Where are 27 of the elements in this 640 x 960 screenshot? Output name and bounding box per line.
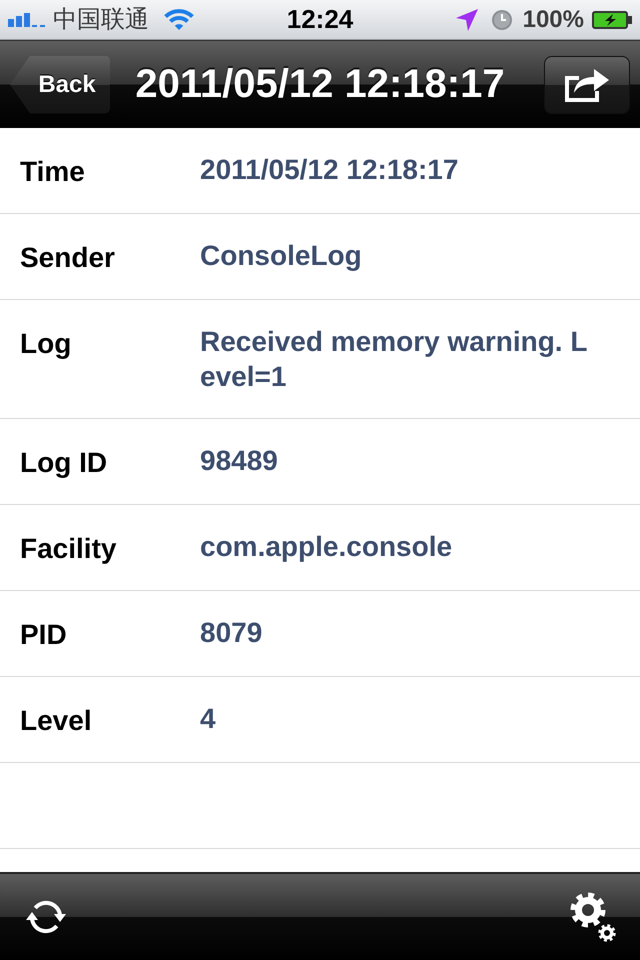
field-label: Sender bbox=[20, 241, 116, 275]
field-value: 2011/05/12 12:18:17 bbox=[200, 153, 460, 187]
carrier-name: 中国联通 bbox=[53, 4, 149, 34]
field-value: 4 bbox=[200, 702, 217, 736]
location-arrow-icon bbox=[454, 8, 479, 32]
wifi-icon bbox=[163, 8, 195, 30]
field-label: PID bbox=[20, 618, 68, 652]
field-value: 98489 bbox=[200, 444, 279, 478]
settings-icon[interactable] bbox=[570, 892, 616, 942]
field-label: Log ID bbox=[20, 446, 108, 480]
field-label: Facility bbox=[20, 532, 118, 566]
clock-icon bbox=[492, 10, 512, 30]
field-label: Time bbox=[20, 155, 86, 189]
battery-percent: 100% bbox=[522, 6, 584, 34]
field-value: Received memory warning. Level=1 bbox=[200, 325, 588, 394]
share-icon bbox=[564, 66, 610, 103]
nav-title: 2011/05/12 12:18:17 bbox=[135, 62, 505, 107]
field-value: 8079 bbox=[200, 616, 264, 650]
field-value: com.apple.console bbox=[200, 530, 454, 564]
field-label: Level bbox=[20, 704, 93, 738]
field-value: ConsoleLog bbox=[200, 239, 363, 273]
share-button[interactable] bbox=[544, 56, 630, 114]
status-time: 12:24 bbox=[286, 4, 354, 35]
field-label: Log bbox=[20, 327, 72, 361]
signal-icon bbox=[8, 12, 46, 27]
back-button[interactable]: Back bbox=[10, 56, 110, 114]
battery-icon bbox=[592, 10, 632, 28]
